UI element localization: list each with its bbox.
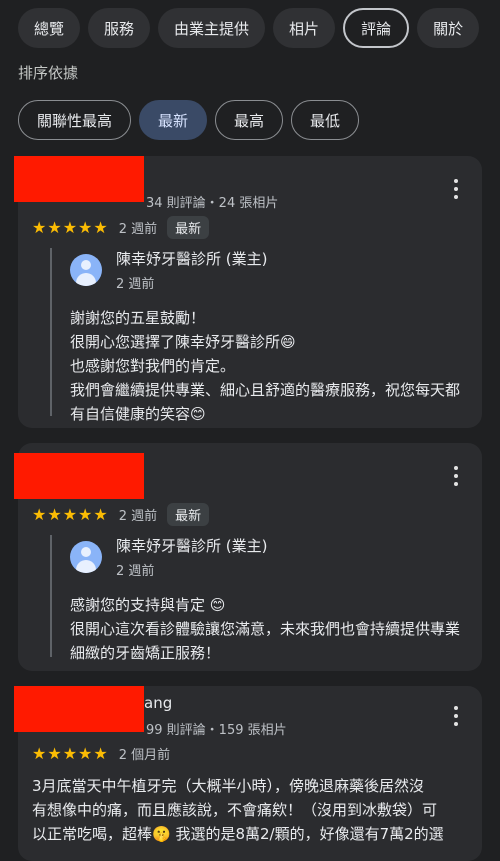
redacted-reviewer [14,156,144,202]
new-badge: 最新 [167,503,210,526]
review-card: 34 則評論・24 張相片 ★★★★★ 2 週前 最新 陳幸妤牙醫診所 (業主)… [14,156,482,428]
review-line: 3月底當天中午植牙完（大概半小時），傍晚退麻藥後居然沒 [32,777,425,795]
reply-line: 有自信健康的笑容😊 [70,405,206,423]
tab-overview[interactable]: 總覽 [18,8,81,48]
tab-from-owner[interactable]: 由業主提供 [158,8,266,48]
tab-reviews[interactable]: 評論 [343,8,410,48]
rating-row: ★★★★★ 2 週前 最新 [32,503,210,526]
more-options-icon[interactable] [450,706,462,726]
owner-reply: 陳幸妤牙醫診所 (業主) 2 週前 感謝您的支持與肯定 😊 很開心這次看診體驗讓… [50,535,466,662]
review-time: 2 週前 [118,222,158,237]
review-line: 有想像中的痛，而且應該說，不會痛欸！（沒用到冰敷袋）可 [32,801,438,819]
review-text: 3月底當天中午植牙完（大概半小時），傍晚退麻藥後居然沒 有想像中的痛，而且應該說… [32,774,468,846]
review-card: ang 99 則評論・159 張相片 ★★★★★ 2 個月前 3月底當天中午植牙… [14,686,482,861]
reply-time: 2 週前 [116,564,155,579]
new-badge: 最新 [167,216,210,239]
sort-options: 關聯性最高 最新 最高 最低 [18,100,360,140]
reviewer-name: ang [144,694,173,712]
reply-line: 很開心您選擇了陳幸妤牙醫診所😄 [70,333,296,351]
reply-line: 細緻的牙齒矯正服務！ [70,644,221,662]
rating-row: ★★★★★ 2 個月前 [32,744,170,763]
star-rating: ★★★★★ [32,505,109,524]
owner-header: 陳幸妤牙醫診所 (業主) 2 週前 [70,248,466,292]
owner-header: 陳幸妤牙醫診所 (業主) 2 週前 [70,535,466,579]
reply-time: 2 週前 [116,277,155,292]
redacted-reviewer [14,686,144,732]
review-time: 2 週前 [118,509,158,524]
sort-label: 排序依據 [18,64,79,82]
review-line: 以正常吃喝，超棒🤫 我選的是8萬2/顆的，好像還有7萬2的選 [32,825,444,843]
tab-photos[interactable]: 相片 [273,8,336,48]
avatar [70,541,102,573]
owner-reply: 陳幸妤牙醫診所 (業主) 2 週前 謝謝您的五星鼓勵！ 很開心您選擇了陳幸妤牙醫… [50,248,466,423]
sort-lowest-chip[interactable]: 最低 [291,100,360,140]
redacted-reviewer [14,453,144,499]
more-options-icon[interactable] [450,466,462,486]
avatar [70,254,102,286]
review-card: ★★★★★ 2 週前 最新 陳幸妤牙醫診所 (業主) 2 週前 感謝您的支持與肯… [14,443,482,671]
owner-name: 陳幸妤牙醫診所 (業主) [116,537,268,555]
sort-relevance-chip[interactable]: 關聯性最高 [18,100,132,140]
reply-line: 也感謝您對我們的肯定。 [70,357,236,375]
tab-about[interactable]: 關於 [417,8,480,48]
reply-text: 謝謝您的五星鼓勵！ 很開心您選擇了陳幸妤牙醫診所😄 也感謝您對我們的肯定。 我們… [70,306,466,426]
reviewer-meta: 99 則評論・159 張相片 [146,723,287,738]
rating-row: ★★★★★ 2 週前 最新 [32,216,210,239]
more-options-icon[interactable] [450,179,462,199]
owner-name: 陳幸妤牙醫診所 (業主) [116,250,268,268]
reviewer-meta: 34 則評論・24 張相片 [146,196,279,211]
reply-line: 我們會繼續提供專業、細心且舒適的醫療服務，祝您每天都 [70,381,461,399]
tab-services[interactable]: 服務 [88,8,151,48]
tab-bar: 總覽 服務 由業主提供 相片 評論 關於 [18,8,480,48]
sort-highest-chip[interactable]: 最高 [215,100,284,140]
star-rating: ★★★★★ [32,744,109,763]
reply-line: 謝謝您的五星鼓勵！ [70,309,206,327]
review-time: 2 個月前 [118,748,171,763]
sort-newest-chip[interactable]: 最新 [139,100,208,140]
star-rating: ★★★★★ [32,218,109,237]
reply-line: 很開心這次看診體驗讓您滿意，未來我們也會持續提供專業 [70,620,461,638]
reply-line: 感謝您的支持與肯定 😊 [70,596,226,614]
reply-text: 感謝您的支持與肯定 😊 很開心這次看診體驗讓您滿意，未來我們也會持續提供專業 細… [70,593,466,665]
